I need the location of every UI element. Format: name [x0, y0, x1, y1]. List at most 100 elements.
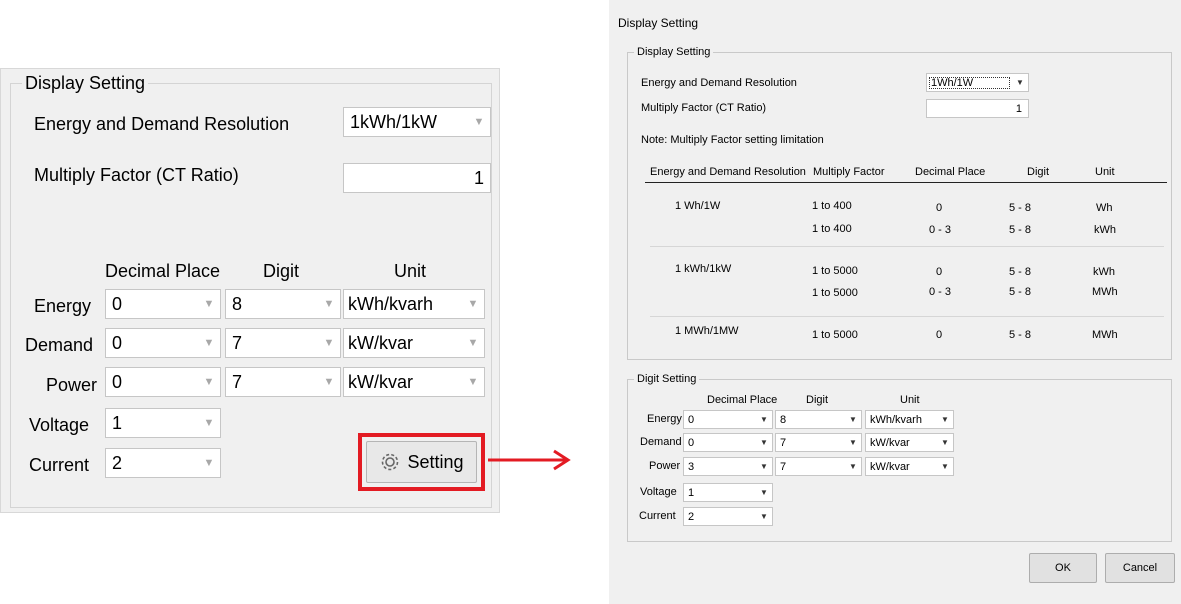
chevron-down-icon: ▼: [203, 376, 215, 388]
chevron-down-icon: ▼: [760, 512, 768, 521]
chevron-down-icon: ▼: [203, 298, 215, 310]
energy-digit-value: 8: [232, 293, 243, 314]
chevron-down-icon: ▼: [941, 462, 949, 471]
demand-digit-select[interactable]: 7 ▼: [225, 328, 341, 358]
multiply-label: Multiply Factor (CT Ratio): [34, 165, 239, 185]
power-unit-value: kW/kvar: [348, 371, 413, 392]
arrow-right-icon: [488, 449, 571, 471]
col-decimal-header: Decimal Place: [707, 394, 778, 406]
table-cell: 1 Wh/1W: [675, 200, 721, 212]
energy-decimal-value: 0: [688, 413, 695, 426]
resolution-select-value: 1kWh/1kW: [350, 111, 438, 132]
resolution-select[interactable]: 1kWh/1kW ▼: [343, 107, 491, 137]
power-unit-select[interactable]: kW/kvar ▼: [865, 457, 954, 476]
col-digit-header: Digit: [263, 261, 300, 281]
table-cell: 5 - 8: [1009, 202, 1032, 214]
power-digit-select[interactable]: 7 ▼: [225, 367, 341, 397]
table-header-divider: [645, 182, 1167, 183]
current-decimal-value: 2: [688, 510, 695, 523]
col-unit-header: Unit: [900, 394, 920, 406]
resolution-select-value: 1Wh/1W: [929, 76, 1010, 89]
power-decimal-value: 3: [688, 460, 695, 473]
chevron-down-icon: ▼: [941, 415, 949, 424]
power-digit-select[interactable]: 7 ▼: [775, 457, 862, 476]
chevron-down-icon: ▼: [323, 337, 335, 349]
table-cell: 5 - 8: [1009, 286, 1032, 298]
current-decimal-value: 2: [112, 452, 123, 473]
demand-decimal-select[interactable]: 0 ▼: [683, 433, 773, 452]
demand-decimal-select[interactable]: 0 ▼: [105, 328, 221, 358]
current-decimal-select[interactable]: 2 ▼: [105, 448, 221, 478]
power-unit-select[interactable]: kW/kvar ▼: [343, 367, 485, 397]
table-cell: 1 to 5000: [812, 329, 858, 341]
resolution-label: Energy and Demand Resolution: [641, 77, 797, 89]
energy-digit-value: 8: [780, 413, 787, 426]
demand-unit-value: kW/kvar: [870, 436, 910, 449]
power-digit-value: 7: [232, 371, 243, 392]
chevron-down-icon: ▼: [760, 488, 768, 497]
current-label: Current: [29, 455, 90, 475]
chevron-down-icon: ▼: [203, 457, 215, 469]
chevron-down-icon: ▼: [849, 415, 857, 424]
table-divider: [650, 316, 1164, 317]
digit-group-title: Digit Setting: [634, 374, 700, 385]
chevron-down-icon: ▼: [760, 438, 768, 447]
setting-button[interactable]: Setting: [366, 441, 477, 483]
current-decimal-select[interactable]: 2 ▼: [683, 507, 773, 526]
resolution-select[interactable]: 1Wh/1W ▼: [926, 73, 1029, 92]
resolution-label: Energy and Demand Resolution: [34, 114, 290, 134]
cancel-button[interactable]: Cancel: [1105, 553, 1175, 583]
table-cell: kWh: [1093, 266, 1115, 278]
table-cell: 1 to 400: [812, 223, 852, 235]
demand-unit-select[interactable]: kW/kvar ▼: [343, 328, 485, 358]
energy-label: Energy: [647, 413, 682, 425]
multiply-label: Multiply Factor (CT Ratio): [641, 102, 767, 114]
demand-digit-select[interactable]: 7 ▼: [775, 433, 862, 452]
power-digit-value: 7: [780, 460, 787, 473]
chevron-down-icon: ▼: [467, 337, 479, 349]
table-cell: 1 to 400: [812, 200, 852, 212]
th-multiply: Multiply Factor: [813, 166, 885, 178]
chevron-down-icon: ▼: [941, 438, 949, 447]
power-decimal-select[interactable]: 0 ▼: [105, 367, 221, 397]
table-cell: 0: [936, 266, 943, 278]
table-cell: 1 kWh/1kW: [675, 263, 732, 275]
multiply-input[interactable]: 1: [343, 163, 491, 193]
display-group-title: Display Setting: [634, 47, 714, 58]
chevron-down-icon: ▼: [473, 116, 485, 128]
power-decimal-select[interactable]: 3 ▼: [683, 457, 773, 476]
voltage-label: Voltage: [640, 486, 677, 498]
voltage-decimal-select[interactable]: 1 ▼: [683, 483, 773, 502]
energy-digit-select[interactable]: 8 ▼: [225, 289, 341, 319]
chevron-down-icon: ▼: [203, 417, 215, 429]
multiply-input-value: 1: [1015, 102, 1022, 115]
col-digit-header: Digit: [806, 394, 829, 406]
power-decimal-value: 0: [112, 371, 123, 392]
energy-decimal-select[interactable]: 0 ▼: [105, 289, 221, 319]
chevron-down-icon: ▼: [1016, 78, 1024, 87]
table-cell: 5 - 8: [1009, 266, 1032, 278]
ok-button-label: OK: [1055, 562, 1071, 574]
multiply-input[interactable]: 1: [926, 99, 1029, 118]
voltage-decimal-select[interactable]: 1 ▼: [105, 408, 221, 438]
voltage-decimal-value: 1: [112, 412, 123, 433]
energy-decimal-select[interactable]: 0 ▼: [683, 410, 773, 429]
chevron-down-icon: ▼: [849, 438, 857, 447]
chevron-down-icon: ▼: [203, 337, 215, 349]
table-cell: 0: [936, 329, 943, 341]
th-decimal: Decimal Place: [915, 166, 986, 178]
chevron-down-icon: ▼: [849, 462, 857, 471]
energy-unit-value: kWh/kvarh: [870, 413, 922, 426]
demand-label: Demand: [25, 335, 94, 355]
energy-unit-select[interactable]: kWh/kvarh ▼: [343, 289, 485, 319]
demand-unit-value: kW/kvar: [348, 332, 413, 353]
ok-button[interactable]: OK: [1029, 553, 1097, 583]
chevron-down-icon: ▼: [760, 415, 768, 424]
demand-label: Demand: [640, 436, 682, 448]
energy-unit-select[interactable]: kWh/kvarh ▼: [865, 410, 954, 429]
demand-decimal-value: 0: [688, 436, 695, 449]
table-cell: MWh: [1092, 286, 1118, 298]
demand-unit-select[interactable]: kW/kvar ▼: [865, 433, 954, 452]
demand-digit-value: 7: [232, 332, 243, 353]
energy-digit-select[interactable]: 8 ▼: [775, 410, 862, 429]
